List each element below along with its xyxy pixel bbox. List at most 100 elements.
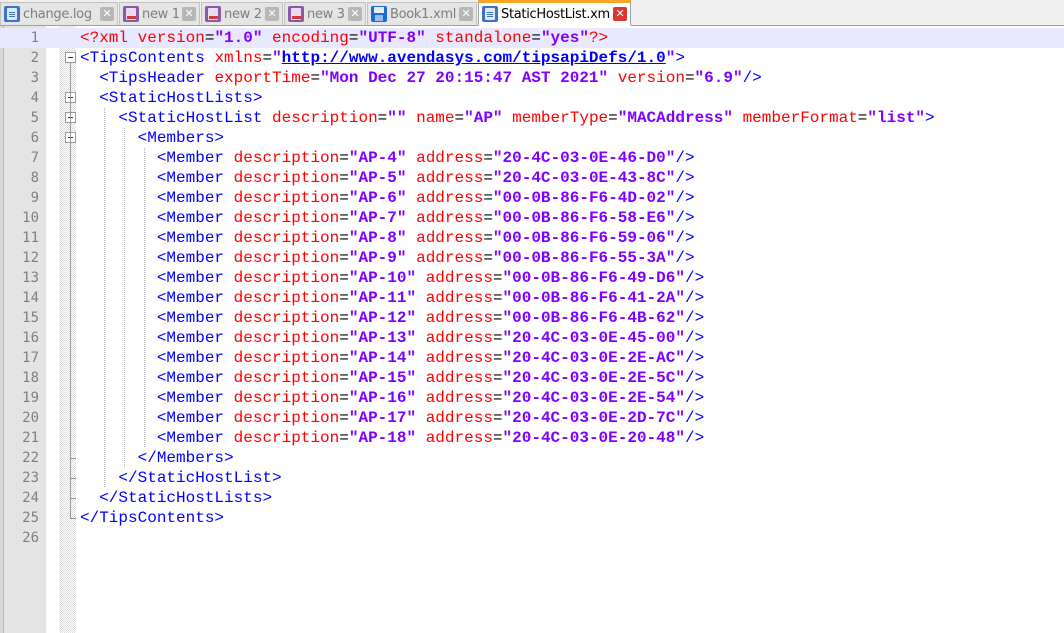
code-line[interactable]: 10 <Member description="AP-7" address="0… xyxy=(0,208,1064,228)
line-text[interactable]: <Members> xyxy=(80,128,224,148)
code-line[interactable]: 20 <Member description="AP-17" address="… xyxy=(0,408,1064,428)
unsaved-file-icon xyxy=(123,6,139,22)
fold-end-marker xyxy=(70,518,76,519)
tab-2[interactable]: new 2 ✕ xyxy=(201,2,283,25)
plain-file-icon xyxy=(4,6,20,22)
line-number: 13 xyxy=(22,270,39,286)
code-line[interactable]: 5 <StaticHostList description="" name="A… xyxy=(0,108,1064,128)
close-icon[interactable]: ✕ xyxy=(100,7,114,21)
tab-label: StaticHostList.xml xyxy=(501,6,611,22)
line-number: 9 xyxy=(30,190,39,206)
line-text[interactable]: <StaticHostList description="" name="AP"… xyxy=(80,108,934,128)
fold-end-marker xyxy=(70,458,76,459)
fold-end-marker xyxy=(70,478,76,479)
line-text[interactable]: </TipsContents> xyxy=(80,508,224,528)
line-text[interactable]: <Member description="AP-13" address="20-… xyxy=(80,328,704,348)
close-icon[interactable]: ✕ xyxy=(459,7,473,21)
code-line[interactable]: 24 </StaticHostLists> xyxy=(0,488,1064,508)
indent-guide xyxy=(144,148,145,448)
line-number: 23 xyxy=(22,470,39,486)
code-line[interactable]: 6 <Members> xyxy=(0,128,1064,148)
line-number: 19 xyxy=(22,390,39,406)
line-text[interactable]: <?xml version="1.0" encoding="UTF-8" sta… xyxy=(80,28,608,48)
code-line[interactable]: 25 </TipsContents> xyxy=(0,508,1064,528)
line-number: 26 xyxy=(22,530,39,546)
close-icon[interactable]: ✕ xyxy=(265,7,279,21)
line-number: 24 xyxy=(22,490,39,506)
code-line[interactable]: 19 <Member description="AP-16" address="… xyxy=(0,388,1064,408)
fold-tree-line xyxy=(70,63,71,519)
code-line[interactable]: 2 <TipsContents xmlns="http://www.avendas… xyxy=(0,48,1064,68)
tab-label: change.log xyxy=(23,6,92,22)
code-line[interactable]: 14 <Member description="AP-11" address="… xyxy=(0,288,1064,308)
line-text[interactable]: <TipsHeader exportTime="Mon Dec 27 20:15… xyxy=(80,68,762,88)
unsaved-file-icon xyxy=(288,6,304,22)
line-number: 18 xyxy=(22,370,39,386)
tab-4[interactable]: Book1.xml ✕ xyxy=(367,2,477,25)
line-text[interactable]: </StaticHostList> xyxy=(80,468,281,488)
fold-end-marker xyxy=(70,498,76,499)
line-number: 12 xyxy=(22,250,39,266)
code-editor[interactable]: 1 <?xml version="1.0" encoding="UTF-8" st… xyxy=(0,26,1064,633)
close-icon[interactable]: ✕ xyxy=(348,7,362,21)
close-icon[interactable]: ✕ xyxy=(182,7,196,21)
line-number: 25 xyxy=(22,510,39,526)
code-line[interactable]: 13 <Member description="AP-10" address="… xyxy=(0,268,1064,288)
line-text[interactable]: <TipsContents xmlns="http://www.avendasy… xyxy=(80,48,685,68)
line-number: 22 xyxy=(22,450,39,466)
tab-1[interactable]: new 1 ✕ xyxy=(119,2,200,25)
tab-5[interactable]: StaticHostList.xml ✕ xyxy=(478,0,631,26)
line-text[interactable]: </StaticHostLists> xyxy=(80,488,272,508)
code-line[interactable]: 9 <Member description="AP-6" address="00… xyxy=(0,188,1064,208)
code-line[interactable]: 4 <StaticHostLists> xyxy=(0,88,1064,108)
close-icon[interactable]: ✕ xyxy=(613,7,627,21)
document-tab-bar: change.log ✕ new 1 ✕ new 2 ✕ new 3 ✕ Book1.xml ✕ S… xyxy=(0,0,1064,26)
code-line[interactable]: 8 <Member description="AP-5" address="20… xyxy=(0,168,1064,188)
line-number: 5 xyxy=(30,110,39,126)
code-line[interactable]: 12 <Member description="AP-9" address="0… xyxy=(0,248,1064,268)
code-line[interactable]: 23 </StaticHostList> xyxy=(0,468,1064,488)
line-text[interactable]: <Member description="AP-12" address="00-… xyxy=(80,308,704,328)
line-text[interactable]: <Member description="AP-4" address="20-4… xyxy=(80,148,695,168)
tab-label: new 3 xyxy=(307,6,345,22)
code-line[interactable]: 26 xyxy=(0,528,1064,548)
line-text[interactable]: <Member description="AP-15" address="20-… xyxy=(80,368,704,388)
tab-label: new 2 xyxy=(224,6,262,22)
tab-3[interactable]: new 3 ✕ xyxy=(284,2,366,25)
line-text[interactable]: <Member description="AP-5" address="20-4… xyxy=(80,168,695,188)
line-number: 20 xyxy=(22,410,39,426)
code-line[interactable]: 15 <Member description="AP-12" address="… xyxy=(0,308,1064,328)
tab-0[interactable]: change.log ✕ xyxy=(0,2,118,25)
line-text[interactable]: <Member description="AP-10" address="00-… xyxy=(80,268,704,288)
line-text[interactable]: <Member description="AP-16" address="20-… xyxy=(80,388,704,408)
line-text[interactable]: <Member description="AP-18" address="20-… xyxy=(80,428,704,448)
indent-guide xyxy=(124,128,125,468)
line-text[interactable]: <Member description="AP-8" address="00-0… xyxy=(80,228,695,248)
saved-file-icon xyxy=(371,6,387,22)
line-text[interactable]: <Member description="AP-14" address="20-… xyxy=(80,348,704,368)
indent-guide xyxy=(104,108,105,488)
fold-collapse-icon[interactable] xyxy=(65,52,76,63)
line-text[interactable]: <Member description="AP-7" address="00-0… xyxy=(80,208,695,228)
code-line[interactable]: 18 <Member description="AP-15" address="… xyxy=(0,368,1064,388)
line-number: 8 xyxy=(30,170,39,186)
code-line[interactable]: 11 <Member description="AP-8" address="0… xyxy=(0,228,1064,248)
line-text[interactable]: <Member description="AP-6" address="00-0… xyxy=(80,188,695,208)
tab-label: new 1 xyxy=(142,6,180,22)
code-line[interactable]: 3 <TipsHeader exportTime="Mon Dec 27 20:… xyxy=(0,68,1064,88)
code-line[interactable]: 22 </Members> xyxy=(0,448,1064,468)
unsaved-file-icon xyxy=(205,6,221,22)
line-text[interactable]: <StaticHostLists> xyxy=(80,88,262,108)
line-number: 11 xyxy=(22,230,39,246)
line-number: 1 xyxy=(30,30,39,46)
code-line[interactable]: 1 <?xml version="1.0" encoding="UTF-8" st… xyxy=(0,28,1064,48)
code-line[interactable]: 21 <Member description="AP-18" address="… xyxy=(0,428,1064,448)
line-number: 3 xyxy=(30,70,39,86)
code-line[interactable]: 16 <Member description="AP-13" address="… xyxy=(0,328,1064,348)
line-text[interactable]: <Member description="AP-17" address="20-… xyxy=(80,408,704,428)
code-line[interactable]: 7 <Member description="AP-4" address="20… xyxy=(0,148,1064,168)
line-text[interactable]: <Member description="AP-9" address="00-0… xyxy=(80,248,695,268)
line-number: 6 xyxy=(30,130,39,146)
line-text[interactable]: <Member description="AP-11" address="00-… xyxy=(80,288,704,308)
code-line[interactable]: 17 <Member description="AP-14" address="… xyxy=(0,348,1064,368)
